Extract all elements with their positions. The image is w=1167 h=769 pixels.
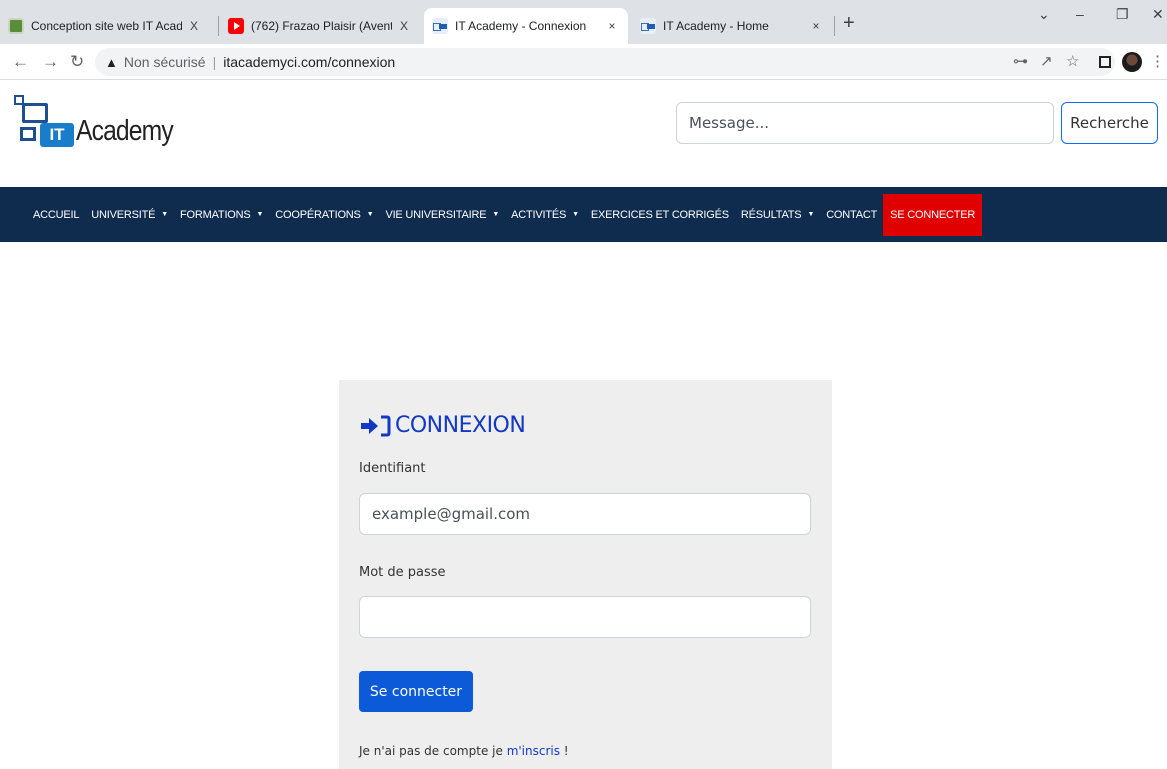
tab-divider [834, 16, 835, 36]
nav-label: FORMATIONS [180, 208, 251, 221]
address-bar[interactable]: ▲ Non sécurisé | itacademyci.com/connexi… [95, 48, 1115, 76]
site-header: IT Academy Recherche [0, 81, 1167, 187]
nav-label: COOPÉRATIONS [275, 208, 361, 221]
security-label: Non sécurisé [123, 54, 206, 70]
signup-suffix: ! [559, 744, 569, 758]
password-label: Mot de passe [359, 565, 446, 580]
logo-square-icon [20, 127, 36, 141]
nav-item-exercices[interactable]: EXERCICES ET CORRIGÉS [585, 194, 735, 236]
restore-icon[interactable]: ❐ [1116, 6, 1129, 23]
nav-label: ACCUEIL [33, 208, 80, 221]
address-divider: | [212, 54, 217, 70]
menu-dots-icon[interactable]: ⋮ [1150, 52, 1165, 70]
nav-item-formations[interactable]: FORMATIONS ▼ [174, 194, 269, 236]
nav-label: UNIVERSITÉ [91, 208, 156, 221]
nav-label: EXERCICES ET CORRIGÉS [590, 208, 729, 221]
caret-down-icon: ▼ [256, 211, 264, 218]
it-academy-favicon-icon [640, 18, 656, 34]
browser-tab-active[interactable]: IT Academy - Connexion × [424, 8, 628, 44]
sign-in-icon [359, 414, 391, 438]
nav-item-resultats[interactable]: RÉSULTATS ▼ [735, 194, 820, 236]
forward-icon[interactable]: → [42, 52, 59, 72]
tab-title: IT Academy - Connexion [455, 19, 587, 33]
signup-prefix: Je n'ai pas de compte je [359, 744, 507, 758]
back-icon[interactable]: ← [12, 52, 29, 72]
search-input[interactable] [676, 102, 1054, 144]
nav-label: VIE UNIVERSITAIRE [385, 208, 487, 221]
tab-title: Conception site web IT Academy. [31, 19, 182, 33]
close-icon[interactable]: X [396, 19, 412, 33]
nav-item-cooperations[interactable]: COOPÉRATIONS ▼ [269, 194, 379, 236]
caret-down-icon: ▼ [366, 211, 374, 218]
reload-icon[interactable]: ↻ [70, 52, 84, 72]
password-input[interactable] [359, 596, 811, 638]
share-icon[interactable]: ↗ [1040, 52, 1053, 70]
nav-item-universite[interactable]: UNIVERSITÉ ▼ [85, 194, 174, 236]
nav-item-accueil[interactable]: ACCUEIL [27, 194, 85, 236]
identifiant-label: Identifiant [359, 461, 426, 476]
logo-wordmark: Academy [76, 115, 174, 147]
close-window-icon[interactable]: ✕ [1152, 6, 1164, 23]
warning-icon[interactable]: ▲ [105, 55, 118, 70]
search-button[interactable]: Recherche [1061, 102, 1158, 144]
side-panel-icon[interactable] [1099, 56, 1111, 68]
logo-badge: IT [40, 123, 74, 147]
login-title: CONNEXION [395, 413, 526, 438]
it-academy-favicon-icon [432, 18, 448, 34]
tab-title: IT Academy - Home [663, 19, 769, 33]
browser-toolbar: ← → ↻ ▲ Non sécurisé | itacademyci.com/c… [0, 44, 1167, 80]
browser-tab-strip: Conception site web IT Academy. X (762) … [0, 0, 1167, 44]
nav-label: RÉSULTATS [740, 208, 802, 221]
it-academy-logo[interactable]: IT Academy [14, 95, 174, 165]
tab-title: (762) Frazao Plaisir (Aventurier du [251, 19, 392, 33]
caret-down-icon: ▼ [161, 211, 169, 218]
browser-tab[interactable]: (762) Frazao Plaisir (Aventurier du X [220, 8, 420, 44]
nav-item-contact[interactable]: CONTACT [820, 194, 883, 236]
minimize-icon[interactable]: – [1076, 6, 1084, 22]
browser-tab[interactable]: Conception site web IT Academy. X [0, 8, 210, 44]
main-navigation: ACCUEIL UNIVERSITÉ ▼ FORMATIONS ▼ COOPÉRAT… [0, 187, 1167, 242]
tab-divider [218, 16, 219, 36]
identifiant-input[interactable] [359, 493, 811, 535]
signup-text: Je n'ai pas de compte je m'inscris ! [359, 744, 569, 758]
caret-down-icon: ▼ [572, 211, 579, 218]
login-heading: CONNEXION [359, 413, 526, 438]
logo-screen-icon [22, 103, 48, 123]
nav-item-se-connecter[interactable]: SE CONNECTER [883, 193, 983, 236]
youtube-icon [228, 18, 244, 34]
key-icon[interactable]: ⊶ [1013, 52, 1028, 70]
bookmark-star-icon[interactable]: ☆ [1066, 52, 1079, 70]
nav-item-activites[interactable]: ACTIVITÉS ▼ [505, 194, 585, 236]
browser-tab[interactable]: IT Academy - Home × [632, 8, 832, 44]
nav-item-vie-universitaire[interactable]: VIE UNIVERSITAIRE ▼ [379, 194, 505, 236]
login-button[interactable]: Se connecter [359, 671, 473, 712]
new-tab-button[interactable]: + [843, 12, 855, 35]
close-icon[interactable]: × [604, 19, 620, 33]
site-favicon-icon [8, 18, 24, 34]
close-icon[interactable]: × [808, 19, 824, 33]
login-card: CONNEXION Identifiant Mot de passe Se co… [339, 380, 832, 769]
url-text[interactable]: itacademyci.com/connexion [223, 54, 395, 70]
signup-link[interactable]: m'inscris [507, 744, 560, 758]
nav-label: CONTACT [826, 208, 878, 221]
caret-down-icon: ▼ [807, 211, 815, 218]
caret-down-icon: ▼ [492, 211, 500, 218]
close-icon[interactable]: X [186, 19, 202, 33]
tab-search-icon[interactable]: ⌄ [1038, 6, 1050, 23]
profile-avatar[interactable] [1122, 52, 1142, 72]
nav-label: ACTIVITÉS [511, 208, 567, 221]
